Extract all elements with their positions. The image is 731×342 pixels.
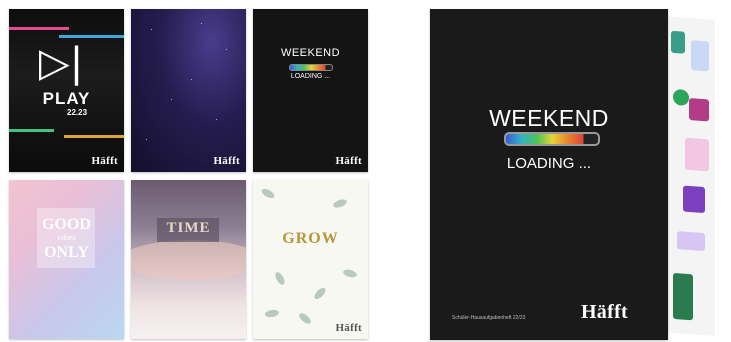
featured-title: WEEKEND bbox=[489, 105, 609, 131]
glitch-stripe bbox=[59, 35, 124, 38]
loading-bar bbox=[504, 132, 600, 146]
cover-loading: LOADING ... bbox=[290, 73, 331, 80]
brand-logo: Häfft bbox=[91, 155, 118, 167]
cover-title-line1: GOOD bbox=[42, 216, 91, 233]
sticker-pages bbox=[663, 16, 715, 336]
cover-title-line3: ONLY bbox=[44, 244, 89, 261]
brand-logo: Häfft bbox=[580, 301, 628, 323]
glitch-stripe bbox=[9, 129, 54, 132]
cover-time: TIME bbox=[131, 180, 246, 339]
cover-title: WEEKEND bbox=[280, 47, 341, 59]
cover-title: GROW bbox=[282, 230, 339, 247]
cover-title: PLAY bbox=[42, 89, 91, 108]
glitch-stripe bbox=[9, 27, 69, 30]
cover-grow: GROW Häfft bbox=[253, 180, 368, 339]
glitch-stripe bbox=[64, 135, 124, 138]
loading-bar bbox=[289, 64, 333, 71]
cover-year: 22.23 bbox=[67, 108, 88, 117]
cover-galaxy: Häfft bbox=[131, 9, 246, 172]
watercolor-wash bbox=[131, 240, 246, 280]
featured-subtitle: Schüler-Hausaufgabenheft 22/23 bbox=[452, 315, 526, 321]
brand-logo: Häfft bbox=[335, 155, 362, 167]
cover-title-line2: vibes bbox=[57, 234, 76, 242]
cover-play: ▷| PLAY 22.23 Häfft bbox=[9, 9, 124, 172]
cover-good-vibes: GOOD vibes ONLY bbox=[9, 180, 124, 339]
brand-logo: Häfft bbox=[213, 155, 240, 167]
featured-loading: LOADING ... bbox=[506, 155, 592, 172]
brand-logo: Häfft bbox=[335, 322, 362, 334]
play-icon: ▷| bbox=[39, 40, 84, 86]
featured-cover: WEEKEND LOADING ... Schüler-Hausaufgaben… bbox=[430, 9, 668, 340]
cover-title: TIME bbox=[166, 220, 211, 236]
cover-weekend: WEEKEND LOADING ... Häfft bbox=[253, 9, 368, 172]
